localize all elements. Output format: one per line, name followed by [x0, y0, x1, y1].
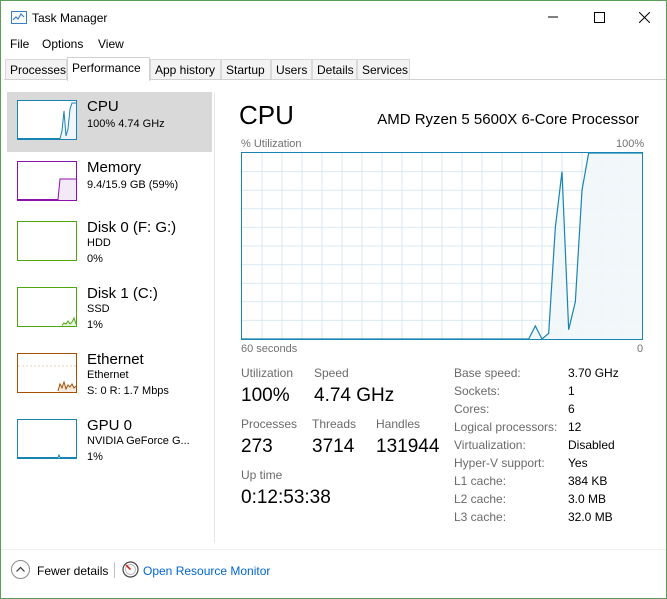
spec-label-base-speed: Base speed:	[454, 366, 521, 380]
tab-users[interactable]: Users	[271, 59, 312, 80]
spec-label-cores: Cores:	[454, 402, 490, 416]
sidebar-gpu-line-1: NVIDIA GeForce G...	[87, 435, 190, 447]
tab-app-history[interactable]: App history	[150, 59, 221, 80]
utilization-label: Utilization	[241, 366, 294, 380]
menu-bar: File Options View	[1, 34, 666, 54]
sidebar-divider	[214, 93, 215, 543]
footer: Fewer details Open Resource Monitor	[1, 557, 666, 587]
sidebar-memory-line-1: 9.4/15.9 GB (59%)	[87, 179, 179, 191]
resource-monitor-icon[interactable]	[122, 561, 139, 578]
minimize-button[interactable]	[530, 1, 576, 33]
cpu-utilization-svg	[242, 153, 642, 339]
spec-label-hyperv: Hyper-V support:	[454, 456, 545, 470]
tab-performance[interactable]: Performance	[67, 57, 150, 81]
menu-file[interactable]: File	[10, 37, 29, 51]
disk-graph-thumbnail-icon	[17, 221, 77, 261]
open-resource-monitor-link[interactable]: Open Resource Monitor	[143, 564, 270, 578]
spec-label-sockets: Sockets:	[454, 384, 501, 398]
speed-value: 4.74 GHz	[314, 385, 395, 406]
spec-value-logical-processors: 12	[568, 420, 582, 434]
uptime-label: Up time	[241, 468, 283, 482]
tab-bar: Processes Performance App history Startu…	[1, 57, 666, 81]
spec-value-cores: 6	[568, 402, 575, 416]
menu-view[interactable]: View	[98, 37, 124, 51]
x-axis-right-label: 0	[637, 343, 644, 355]
processor-name: AMD Ryzen 5 5600X 6-Core Processor	[377, 111, 639, 128]
menu-options[interactable]: Options	[42, 37, 83, 51]
sidebar-item-disk-0[interactable]: Disk 0 (F: G:) HDD 0%	[7, 214, 212, 274]
utilization-value: 100%	[241, 385, 290, 406]
title-bar[interactable]: Task Manager	[1, 1, 666, 33]
task-manager-icon	[11, 11, 27, 24]
y-axis-max-label: 100%	[616, 138, 645, 150]
spec-value-base-speed: 3.70 GHz	[568, 366, 619, 380]
sidebar-item-memory[interactable]: Memory 9.4/15.9 GB (59%)	[7, 152, 212, 212]
footer-divider	[1, 549, 666, 550]
spec-value-l3-cache: 32.0 MB	[568, 510, 613, 524]
tab-processes[interactable]: Processes	[5, 59, 67, 80]
sidebar-item-ethernet[interactable]: Ethernet Ethernet S: 0 R: 1.7 Mbps	[7, 346, 212, 406]
uptime-value: 0:12:53:38	[241, 487, 331, 508]
close-button[interactable]	[621, 1, 667, 33]
sidebar-gpu-title: GPU 0	[87, 417, 133, 434]
spec-label-l1-cache: L1 cache:	[454, 474, 507, 488]
sidebar-disk0-line-1: HDD	[87, 237, 111, 249]
chevron-up-icon[interactable]	[11, 560, 30, 579]
sidebar-item-disk-1[interactable]: Disk 1 (C:) SSD 1%	[7, 280, 212, 340]
resource-sidebar: CPU 100% 4.74 GHz Memory 9.4/15.9 GB (59…	[1, 80, 214, 542]
sidebar-disk0-line-2: 0%	[87, 253, 103, 265]
spec-value-virtualization: Disabled	[568, 438, 615, 452]
tab-startup[interactable]: Startup	[221, 59, 271, 80]
window-title: Task Manager	[32, 11, 108, 25]
processes-label: Processes	[241, 417, 298, 431]
y-axis-label: % Utilization	[241, 138, 302, 150]
processes-value: 273	[241, 436, 273, 457]
sidebar-gpu-line-2: 1%	[87, 451, 103, 463]
tab-services[interactable]: Services	[357, 59, 410, 80]
spec-value-sockets: 1	[568, 384, 575, 398]
gpu-graph-thumbnail-icon	[17, 419, 77, 459]
sidebar-disk0-title: Disk 0 (F: G:)	[87, 219, 177, 236]
memory-graph-thumbnail-icon	[17, 161, 77, 201]
sidebar-disk1-title: Disk 1 (C:)	[87, 285, 158, 302]
spec-label-logical-processors: Logical processors:	[454, 420, 558, 434]
close-icon	[638, 11, 650, 23]
fewer-details-button[interactable]: Fewer details	[37, 564, 108, 578]
minimize-icon	[548, 16, 558, 18]
handles-value: 131944	[376, 436, 440, 457]
cpu-utilization-chart	[241, 152, 643, 340]
x-axis-left-label: 60 seconds	[241, 343, 298, 355]
spec-value-l2-cache: 3.0 MB	[568, 492, 607, 506]
sidebar-disk1-line-2: 1%	[87, 319, 103, 331]
sidebar-memory-title: Memory	[87, 159, 142, 176]
sidebar-disk1-line-1: SSD	[87, 303, 110, 315]
task-manager-window: Task Manager File Options View Processes…	[0, 0, 667, 599]
sidebar-ethernet-line-2: S: 0 R: 1.7 Mbps	[87, 385, 169, 397]
tab-details[interactable]: Details	[312, 59, 357, 80]
threads-value: 3714	[312, 436, 355, 457]
speed-label: Speed	[314, 366, 349, 380]
handles-label: Handles	[376, 417, 421, 431]
disk-graph-thumbnail-icon	[17, 287, 77, 327]
footer-separator	[114, 562, 115, 578]
spec-label-l3-cache: L3 cache:	[454, 510, 507, 524]
sidebar-ethernet-title: Ethernet	[87, 351, 144, 368]
network-graph-thumbnail-icon	[17, 353, 77, 393]
spec-value-hyperv: Yes	[568, 456, 588, 470]
spec-label-virtualization: Virtualization:	[454, 438, 526, 452]
threads-label: Threads	[312, 417, 357, 431]
maximize-icon	[593, 11, 605, 23]
spec-value-l1-cache: 384 KB	[568, 474, 608, 488]
sidebar-ethernet-line-1: Ethernet	[87, 369, 129, 381]
spec-label-l2-cache: L2 cache:	[454, 492, 507, 506]
maximize-button[interactable]	[576, 1, 622, 33]
sidebar-item-gpu-0[interactable]: GPU 0 NVIDIA GeForce G... 1%	[7, 412, 212, 472]
